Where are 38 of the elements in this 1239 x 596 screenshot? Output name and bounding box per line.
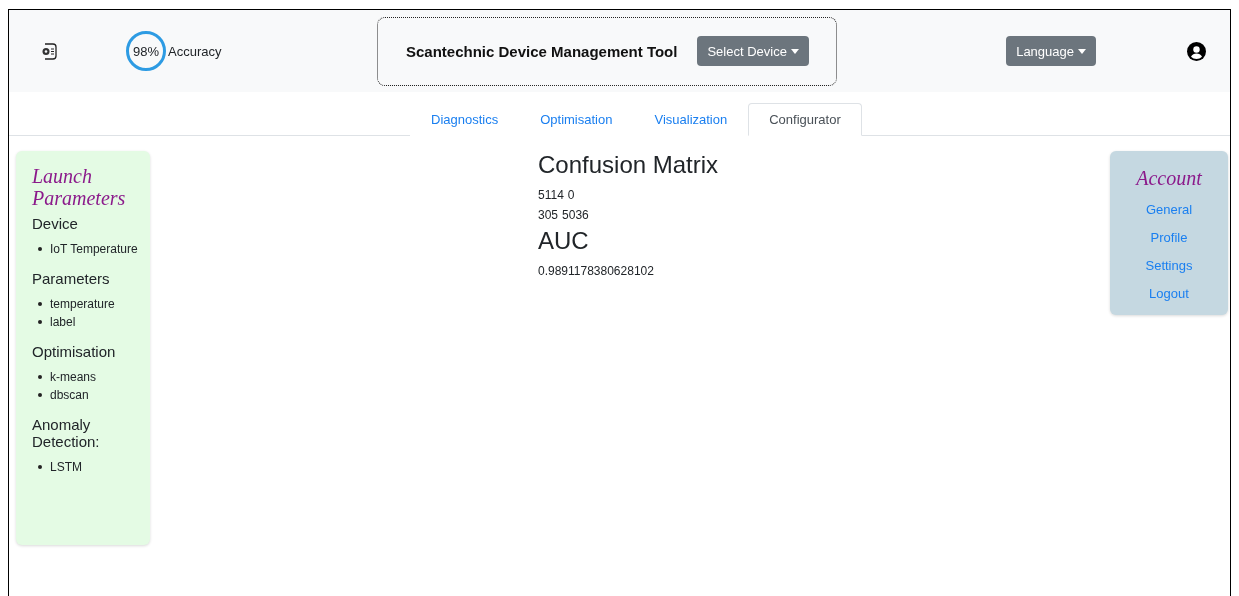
- section-heading: Device: [32, 215, 79, 232]
- auc-heading: AUC: [538, 227, 590, 255]
- bullet-icon: [38, 375, 42, 379]
- list-item: k-means: [50, 369, 96, 386]
- list-item: LSTM: [50, 459, 82, 476]
- bullet-icon: [38, 302, 42, 306]
- section-heading: Optimisation: [32, 343, 117, 360]
- tab[interactable]: Configurator: [748, 103, 862, 136]
- account-link[interactable]: Profile: [1150, 230, 1188, 245]
- bullet-icon: [38, 465, 42, 469]
- select-device-dropdown[interactable]: Select Device: [697, 36, 809, 66]
- accuracy-label: Accuracy: [168, 43, 222, 59]
- caret-icon: [790, 48, 799, 54]
- matrix-heading: Confusion Matrix: [538, 151, 720, 179]
- account-link[interactable]: Logout: [1149, 286, 1189, 301]
- bullet-icon: [38, 320, 42, 324]
- document-gear-icon[interactable]: [41, 43, 58, 60]
- panel-title: Account: [1136, 167, 1202, 189]
- caret-icon: [1078, 48, 1086, 54]
- language-dropdown[interactable]: Language: [1006, 36, 1096, 66]
- list-item: temperature: [50, 296, 115, 313]
- matrix-value: 305: [538, 207, 559, 224]
- list-item: IoT Temperature: [50, 241, 138, 258]
- list-item: dbscan: [50, 387, 89, 404]
- user-avatar-icon[interactable]: [1187, 41, 1206, 61]
- matrix-value: 5036: [562, 207, 589, 224]
- bullet-icon: [38, 393, 42, 397]
- auc-value: 0.9891178380628102: [538, 263, 654, 280]
- account-link[interactable]: Settings: [1145, 258, 1193, 273]
- list-item: label: [50, 314, 76, 331]
- app-title: Scantechnic Device Management Tool: [406, 42, 678, 60]
- matrix-value: 5114: [538, 187, 564, 204]
- account-link[interactable]: General: [1145, 202, 1193, 217]
- section-heading: Parameters: [32, 270, 111, 287]
- bullet-icon: [38, 247, 42, 251]
- section-heading: Anomaly Detection:: [32, 416, 101, 450]
- accuracy-gauge: 98%: [126, 31, 166, 71]
- matrix-value: 0: [567, 187, 575, 204]
